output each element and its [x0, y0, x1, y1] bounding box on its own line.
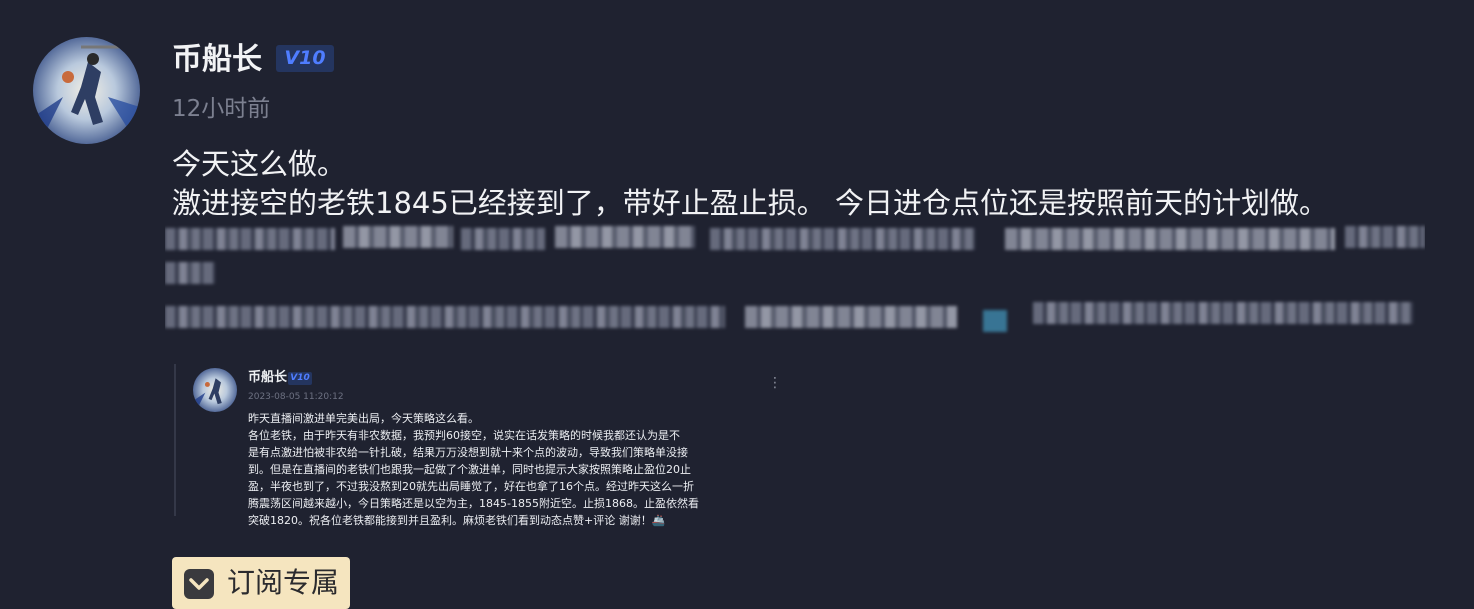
vip-level-badge: V10: [276, 45, 334, 72]
shared-post-line: 腾震荡区间越来越小，今日策略还是以空为主，1845-1855附近空。止损1868…: [248, 497, 699, 510]
shared-post-line: 盈，半夜也到了，不过我没熬到20就先出局睡觉了，好在也拿了16个点。经过昨天这么…: [248, 480, 694, 493]
shared-post-line: 昨天直播间激进单完美出局，今天策略这么看。: [248, 412, 479, 425]
author-avatar[interactable]: [33, 37, 140, 144]
shared-post-line: 到。但是在直播间的老铁们也跟我一起做了个激进单，同时也提示大家按照策略止盈位20…: [248, 463, 691, 476]
subscribe-exclusive-button[interactable]: 订阅专属: [172, 557, 350, 609]
shared-author-name[interactable]: 币船长: [248, 369, 287, 387]
post-text-line-2: 激进接空的老铁1845已经接到了，带好止盈止损。 今日进仓点位还是按照前天的计划…: [172, 186, 1329, 220]
post-text-line-1: 今天这么做。: [172, 147, 347, 181]
shared-post-line: 突破1820。祝各位老铁都能接到并且盈利。麻烦老铁们看到动态点赞+评论 谢谢！🚢: [248, 514, 666, 527]
subscribe-label: 订阅专属: [227, 566, 340, 599]
shared-vip-badge: V10: [288, 372, 312, 385]
shared-post-body: 昨天直播间激进单完美出局，今天策略这么看。 各位老铁，由于昨天有非农数据，我预判…: [248, 410, 760, 529]
shared-author-avatar: [193, 368, 237, 412]
shared-post-date: 2023-08-05 11:20:12: [248, 392, 344, 402]
post-timestamp: 12小时前: [172, 96, 271, 122]
shared-post-card[interactable]: 币船长 V10 2023-08-05 11:20:12 ⋮ 昨天直播间激进单完美…: [174, 364, 796, 527]
shared-post-line: 是有点激进怕被非农给一针扎破，结果万万没想到就十来个点的波动，导致我们策略单没接: [248, 446, 688, 459]
shared-post-line: 各位老铁，由于昨天有非农数据，我预判60接空，说实在话发策略的时候我都还认为是不: [248, 429, 680, 442]
author-name[interactable]: 币船长: [172, 40, 262, 80]
heart-chevron-icon: [184, 569, 214, 599]
blurred-hidden-content: [165, 222, 1425, 352]
more-options-icon[interactable]: ⋮: [768, 376, 782, 390]
